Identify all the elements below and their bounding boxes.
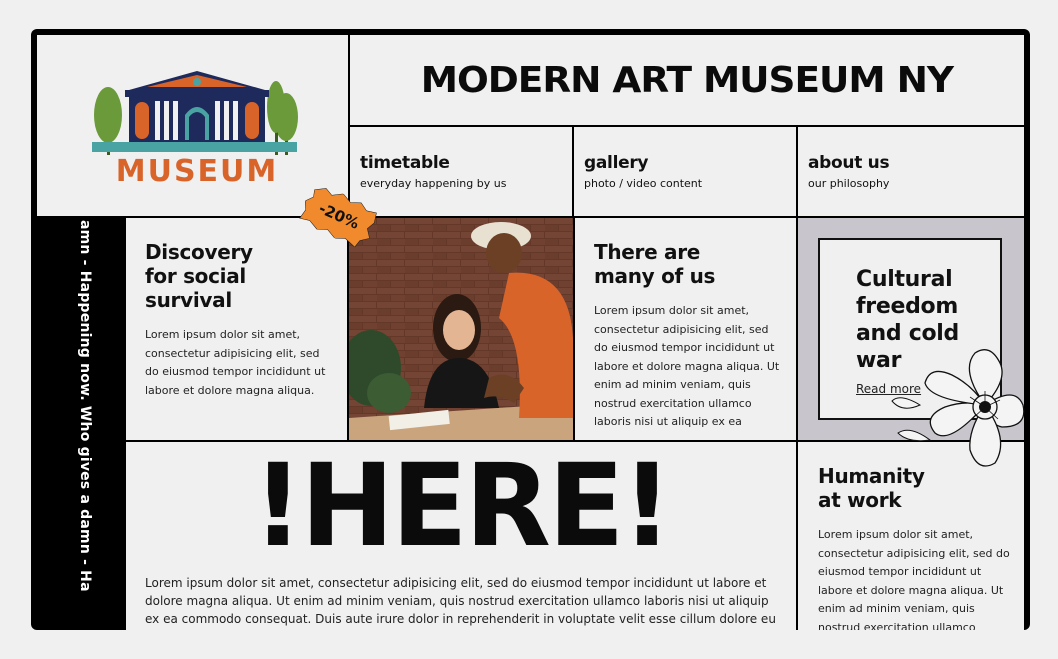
museum-logo-icon[interactable]: MUSEUM — [37, 35, 348, 216]
card-body: Lorem ipsum dolor sit amet, consectetur … — [818, 528, 1010, 630]
nav-item-sublabel: our philosophy — [808, 177, 890, 190]
photo-illustration — [349, 218, 573, 440]
nav-item-gallery[interactable]: gallery photo / video content — [574, 127, 796, 216]
logo-cell[interactable]: MUSEUM — [37, 35, 348, 216]
card-many-of-us[interactable]: There are many of us Lorem ipsum dolor s… — [575, 218, 796, 440]
card-title-line: freedom — [856, 294, 958, 319]
page-title: MODERN ART MUSEUM NY — [420, 59, 954, 101]
ticker-text: amn - Happening now. Who gives a damn - … — [77, 220, 93, 592]
logo-wordmark: MUSEUM — [116, 154, 279, 189]
card-body: Lorem ipsum dolor sit amet, consectetur … — [145, 328, 326, 397]
page-frame: MUSEUM MODERN ART MUSEUM NY timetable ev… — [31, 29, 1030, 630]
card-title-line: and cold — [856, 321, 959, 346]
here-headline: !HERE! — [252, 442, 672, 573]
title-cell: MODERN ART MUSEUM NY — [350, 35, 1024, 125]
nav-item-about-us[interactable]: about us our philosophy — [798, 127, 1024, 216]
nav-item-timetable[interactable]: timetable everyday happening by us — [350, 127, 572, 216]
photo-people-working[interactable] — [349, 218, 573, 440]
nav-item-sublabel: everyday happening by us — [360, 177, 507, 190]
card-title-line: survival — [145, 288, 232, 312]
nav-item-label: gallery — [584, 153, 649, 173]
card-discovery[interactable]: Discovery for social survival Lorem ipsu… — [126, 218, 347, 440]
flower-icon — [891, 349, 1025, 467]
card-title-line: many of us — [594, 264, 716, 288]
card-title-line: at work — [818, 488, 902, 512]
vertical-ticker: amn - Happening now. Who gives a damn - … — [37, 216, 125, 630]
nav-item-sublabel: photo / video content — [584, 177, 703, 190]
card-title-line: for social — [145, 264, 246, 288]
card-body: Lorem ipsum dolor sit amet, consectetur … — [594, 304, 780, 428]
nav-item-label: timetable — [360, 153, 450, 173]
card-title-line: Cultural — [856, 267, 953, 292]
card-title: Discovery for social survival — [145, 240, 329, 312]
card-title: There are many of us — [594, 240, 780, 288]
card-title-line: Discovery — [145, 240, 253, 264]
nav-item-label: about us — [808, 153, 890, 173]
card-here: !HERE! Lorem ipsum dolor sit amet, conse… — [126, 442, 796, 630]
card-title-line: There are — [594, 240, 701, 264]
card-body: Lorem ipsum dolor sit amet, consectetur … — [145, 576, 776, 626]
